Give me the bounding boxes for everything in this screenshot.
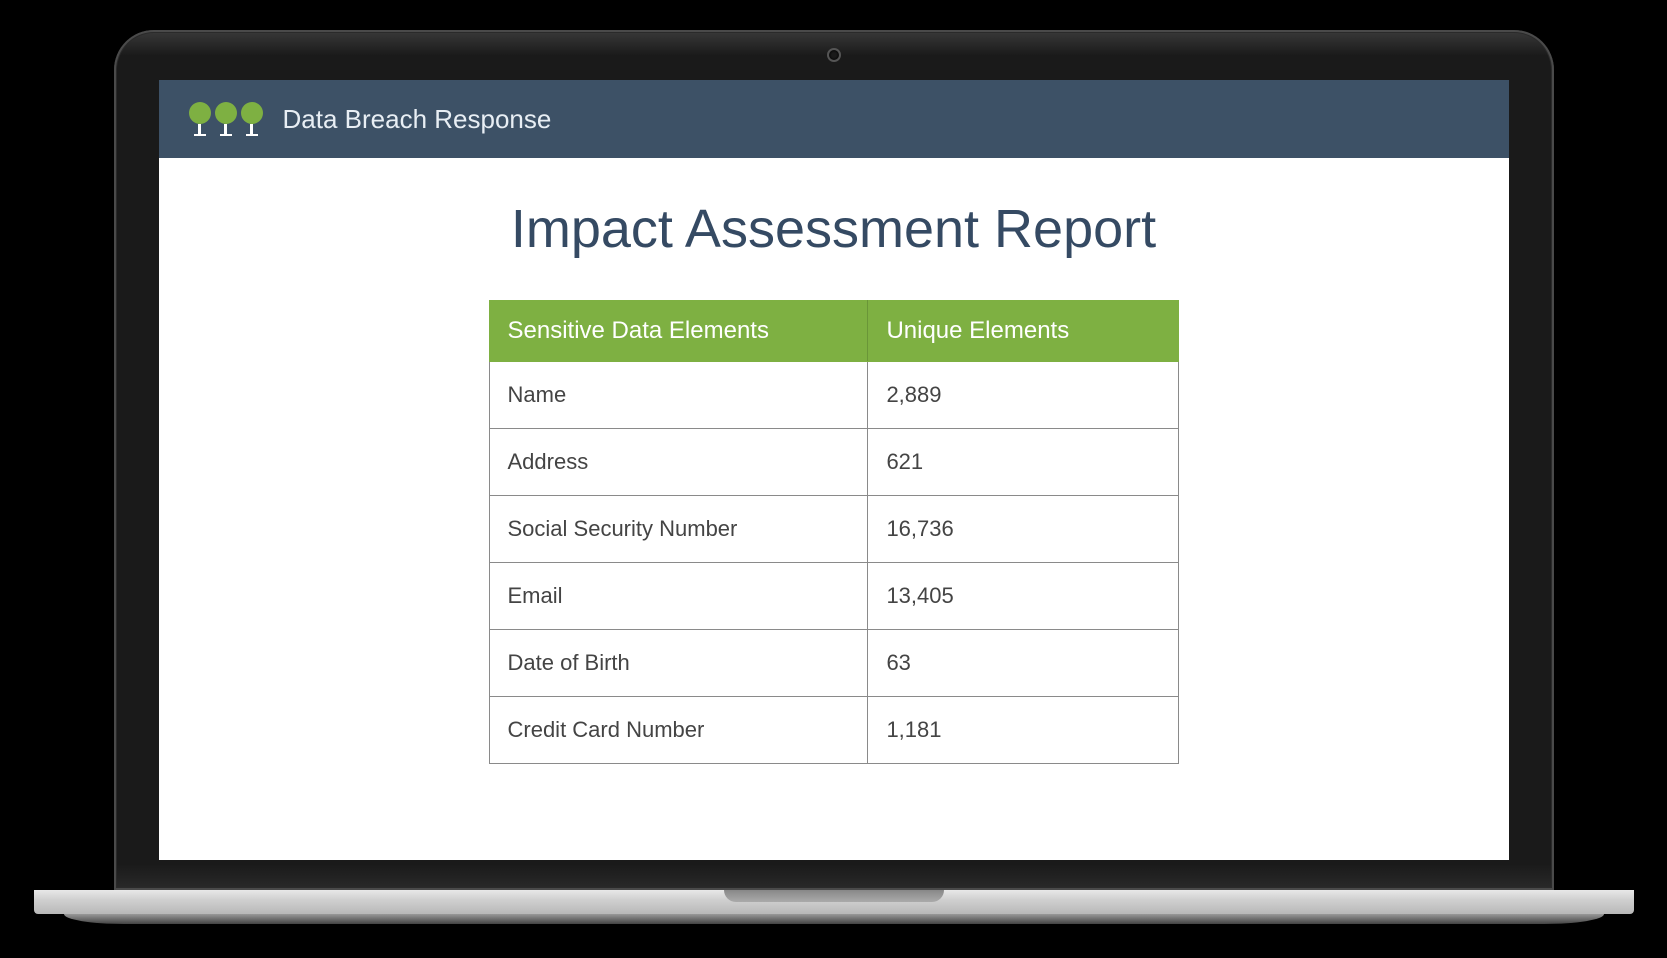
tree-icon bbox=[189, 102, 211, 136]
cell-element: Social Security Number bbox=[489, 496, 868, 563]
cell-count: 16,736 bbox=[868, 496, 1178, 563]
column-header-elements: Sensitive Data Elements bbox=[489, 301, 868, 362]
cell-element: Credit Card Number bbox=[489, 697, 868, 764]
cell-count: 1,181 bbox=[868, 697, 1178, 764]
table-row: Social Security Number 16,736 bbox=[489, 496, 1178, 563]
page-title: Impact Assessment Report bbox=[209, 198, 1459, 260]
cell-count: 621 bbox=[868, 429, 1178, 496]
laptop-bezel: Data Breach Response Impact Assessment R… bbox=[114, 30, 1554, 890]
cell-element: Date of Birth bbox=[489, 630, 868, 697]
laptop-notch bbox=[724, 890, 944, 902]
cell-element: Address bbox=[489, 429, 868, 496]
laptop-mockup: Data Breach Response Impact Assessment R… bbox=[114, 30, 1554, 928]
app-screen: Data Breach Response Impact Assessment R… bbox=[159, 80, 1509, 860]
app-title: Data Breach Response bbox=[283, 104, 552, 135]
table-header-row: Sensitive Data Elements Unique Elements bbox=[489, 301, 1178, 362]
laptop-base bbox=[34, 890, 1634, 928]
column-header-unique: Unique Elements bbox=[868, 301, 1178, 362]
cell-element: Email bbox=[489, 563, 868, 630]
main-content: Impact Assessment Report Sensitive Data … bbox=[159, 158, 1509, 804]
cell-element: Name bbox=[489, 362, 868, 429]
logo-icon bbox=[189, 102, 263, 136]
tree-icon bbox=[215, 102, 237, 136]
camera-dot bbox=[827, 48, 841, 62]
impact-report-table: Sensitive Data Elements Unique Elements … bbox=[489, 300, 1179, 764]
cell-count: 13,405 bbox=[868, 563, 1178, 630]
table-row: Name 2,889 bbox=[489, 362, 1178, 429]
table-row: Address 621 bbox=[489, 429, 1178, 496]
cell-count: 2,889 bbox=[868, 362, 1178, 429]
app-header: Data Breach Response bbox=[159, 80, 1509, 158]
tree-icon bbox=[241, 102, 263, 136]
cell-count: 63 bbox=[868, 630, 1178, 697]
table-row: Email 13,405 bbox=[489, 563, 1178, 630]
table-row: Credit Card Number 1,181 bbox=[489, 697, 1178, 764]
table-row: Date of Birth 63 bbox=[489, 630, 1178, 697]
